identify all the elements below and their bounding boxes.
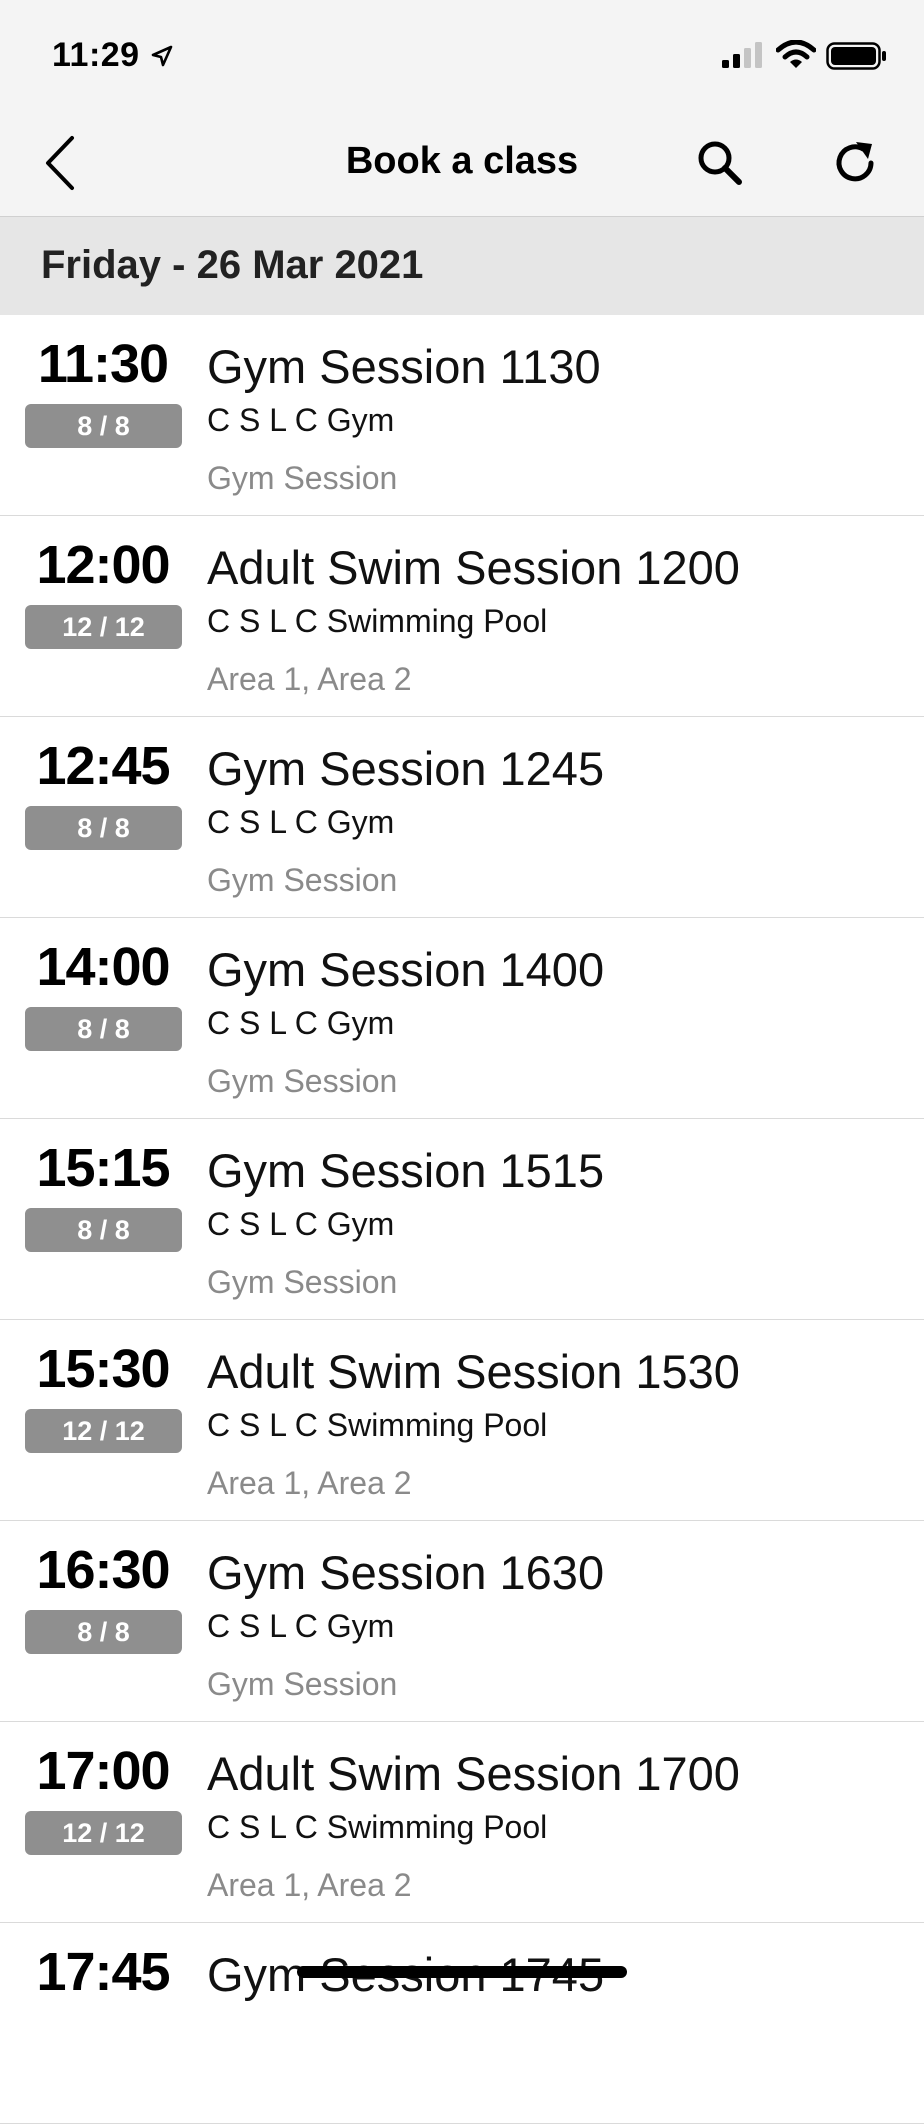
- wifi-icon: [775, 39, 817, 75]
- battery-icon: [826, 42, 888, 75]
- spaces-badge: 8 / 8: [25, 1007, 182, 1051]
- session-name: Gym Session 1630: [207, 1546, 605, 1599]
- spaces-badge: 12 / 12: [25, 1409, 182, 1453]
- session-time: 15:30: [36, 1339, 170, 1399]
- page-title: Book a class: [345, 140, 579, 182]
- location-arrow-icon: [150, 44, 174, 73]
- session-area: Gym Session: [207, 460, 398, 496]
- session-area: Gym Session: [207, 1264, 398, 1300]
- session-name: Adult Swim Session 1200: [207, 541, 740, 594]
- session-area: Area 1, Area 2: [207, 661, 412, 697]
- spaces-badge: 12 / 12: [25, 605, 182, 649]
- date-header: Friday - 26 Mar 2021: [0, 217, 924, 315]
- status-bar: 11:29: [0, 0, 924, 108]
- home-indicator[interactable]: [297, 1966, 627, 1978]
- session-area: Gym Session: [207, 862, 398, 898]
- session-area: Gym Session: [207, 1666, 398, 1702]
- session-time: 16:30: [36, 1540, 170, 1600]
- session-time: 11:30: [37, 334, 169, 394]
- spaces-badge: 8 / 8: [25, 1208, 182, 1252]
- session-time: 12:45: [36, 736, 170, 796]
- spaces-badge: 12 / 12: [25, 1811, 182, 1855]
- session-row[interactable]: 12:45 8 / 8 Gym Session 1245 C S L C Gym…: [0, 717, 924, 918]
- session-time: 15:15: [36, 1138, 170, 1198]
- session-list: 11:30 8 / 8 Gym Session 1130 C S L C Gym…: [0, 315, 924, 2124]
- session-location: C S L C Gym: [207, 1206, 395, 1242]
- session-location: C S L C Swimming Pool: [207, 1809, 548, 1845]
- cellular-signal-icon: [722, 42, 766, 73]
- session-area: Gym Session: [207, 1063, 398, 1099]
- spaces-badge: 8 / 8: [25, 404, 182, 448]
- session-time: 17:45: [36, 1942, 170, 2002]
- session-name: Gym Session 1245: [207, 742, 605, 795]
- spaces-badge: 8 / 8: [25, 806, 182, 850]
- refresh-icon[interactable]: [830, 138, 880, 188]
- session-row[interactable]: 12:00 12 / 12 Adult Swim Session 1200 C …: [0, 516, 924, 717]
- session-row[interactable]: 11:30 8 / 8 Gym Session 1130 C S L C Gym…: [0, 315, 924, 516]
- session-location: C S L C Gym: [207, 402, 395, 438]
- session-row[interactable]: 14:00 8 / 8 Gym Session 1400 C S L C Gym…: [0, 918, 924, 1119]
- session-name: Gym Session 1515: [207, 1144, 605, 1197]
- session-location: C S L C Gym: [207, 804, 395, 840]
- spaces-badge: 8 / 8: [25, 1610, 182, 1654]
- date-header-label: Friday - 26 Mar 2021: [41, 243, 424, 287]
- session-name: Gym Session 1400: [207, 943, 605, 996]
- session-row[interactable]: 15:30 12 / 12 Adult Swim Session 1530 C …: [0, 1320, 924, 1521]
- search-icon[interactable]: [695, 138, 745, 188]
- session-area: Area 1, Area 2: [207, 1867, 412, 1903]
- session-name: Adult Swim Session 1700: [207, 1747, 740, 1800]
- session-name: Gym Session 1130: [207, 340, 601, 393]
- session-location: C S L C Gym: [207, 1608, 395, 1644]
- session-row[interactable]: 15:15 8 / 8 Gym Session 1515 C S L C Gym…: [0, 1119, 924, 1320]
- session-row[interactable]: 17:45 Gym Session 1745: [0, 1923, 924, 2124]
- session-location: C S L C Swimming Pool: [207, 1407, 548, 1443]
- session-location: C S L C Gym: [207, 1005, 395, 1041]
- session-time: 12:00: [36, 535, 170, 595]
- navigation-bar: Book a class: [0, 108, 924, 217]
- session-row[interactable]: 17:00 12 / 12 Adult Swim Session 1700 C …: [0, 1722, 924, 1923]
- session-time: 17:00: [36, 1741, 170, 1801]
- session-name: Adult Swim Session 1530: [207, 1345, 740, 1398]
- session-area: Area 1, Area 2: [207, 1465, 412, 1501]
- session-time: 14:00: [36, 937, 170, 997]
- status-time: 11:29: [52, 36, 140, 74]
- session-location: C S L C Swimming Pool: [207, 603, 548, 639]
- session-row[interactable]: 16:30 8 / 8 Gym Session 1630 C S L C Gym…: [0, 1521, 924, 1722]
